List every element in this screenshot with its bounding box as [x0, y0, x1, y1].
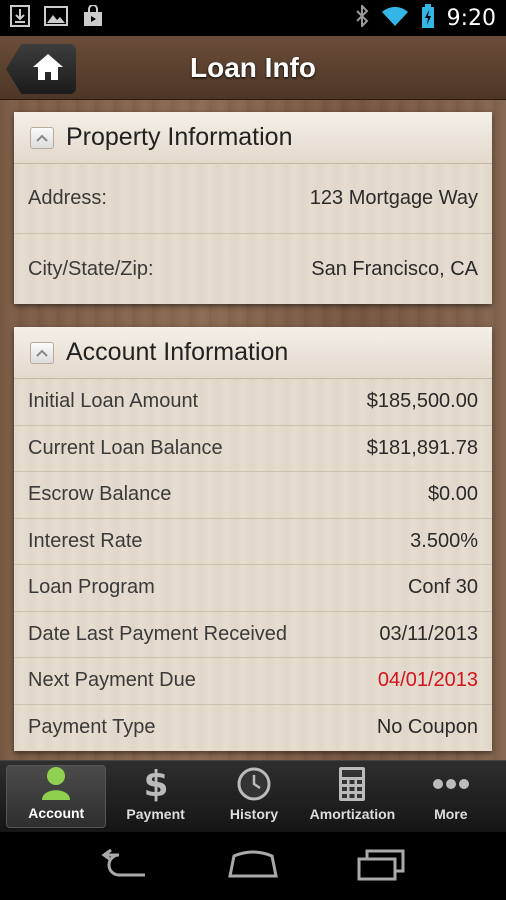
- property-row-address: Address: 123 Mortgage Way: [14, 164, 492, 234]
- row-label: Payment Type: [28, 716, 156, 739]
- content-area: Property Information Address: 123 Mortga…: [0, 100, 506, 760]
- row-value: Conf 30: [407, 576, 478, 599]
- clock-icon: [236, 765, 272, 802]
- row-value: $185,500.00: [366, 390, 478, 413]
- account-row: Loan Program Conf 30: [14, 565, 492, 612]
- account-row: Escrow Balance $0.00: [14, 472, 492, 519]
- row-label: Initial Loan Amount: [28, 390, 199, 413]
- person-icon: [40, 765, 72, 801]
- wifi-icon: [381, 5, 409, 32]
- row-value: 123 Mortgage Way: [309, 187, 478, 209]
- tab-amortization[interactable]: Amortization: [303, 765, 401, 828]
- tab-history[interactable]: History: [205, 765, 303, 828]
- row-value: No Coupon: [376, 716, 478, 739]
- home-nav-icon[interactable]: [226, 850, 280, 883]
- account-panel-header[interactable]: Account Information: [14, 327, 492, 379]
- property-information-panel: Property Information Address: 123 Mortga…: [14, 112, 492, 304]
- home-icon: [31, 52, 65, 87]
- calculator-icon: [337, 765, 367, 802]
- back-icon[interactable]: [99, 848, 149, 884]
- account-row: Interest Rate 3.500%: [14, 519, 492, 565]
- more-icon: [432, 765, 470, 802]
- clock-time: 9:20: [446, 5, 496, 31]
- row-label: City/State/Zip:: [28, 257, 154, 280]
- battery-icon: [421, 3, 435, 33]
- account-row: Next Payment Due 04/01/2013: [14, 658, 492, 705]
- tab-label: Payment: [126, 806, 185, 822]
- tab-label: Account: [28, 805, 85, 821]
- collapse-icon[interactable]: [30, 126, 54, 149]
- download-icon: [10, 4, 30, 32]
- recent-apps-icon[interactable]: [357, 847, 407, 886]
- account-panel-title: Account Information: [66, 338, 289, 366]
- row-label: Escrow Balance: [28, 483, 172, 506]
- app-header: Loan Info: [0, 36, 506, 100]
- shop-bag-icon: [82, 3, 104, 32]
- property-row-city: City/State/Zip: San Francisco, CA: [14, 234, 492, 304]
- row-label: Date Last Payment Received: [28, 622, 288, 645]
- row-value: $0.00: [427, 483, 478, 506]
- row-label: Current Loan Balance: [28, 436, 223, 459]
- row-value: 3.500%: [410, 529, 478, 552]
- row-value: 03/11/2013: [379, 622, 478, 645]
- next-payment-due-value: 04/01/2013: [377, 669, 478, 692]
- tab-more[interactable]: More: [402, 765, 500, 828]
- row-label: Address:: [28, 187, 107, 209]
- account-row: Payment Type No Coupon: [14, 705, 492, 752]
- account-row: Initial Loan Amount $185,500.00: [14, 379, 492, 426]
- tab-label: Amortization: [309, 806, 396, 822]
- row-label: Interest Rate: [28, 529, 143, 552]
- row-value: $181,891.78: [366, 436, 478, 459]
- tab-account[interactable]: Account: [6, 765, 107, 828]
- account-row: Date Last Payment Received 03/11/2013: [14, 612, 492, 658]
- bottom-tab-bar: Account $ Payment History Amortization M…: [0, 760, 506, 832]
- row-label: Loan Program: [28, 576, 155, 599]
- system-nav-bar: [0, 832, 506, 900]
- property-panel-title: Property Information: [66, 123, 293, 151]
- tab-label: More: [434, 806, 468, 822]
- svg-text:$: $: [143, 764, 168, 802]
- image-icon: [44, 5, 68, 31]
- account-information-panel: Account Information Initial Loan Amount …: [14, 327, 492, 751]
- tab-payment[interactable]: $ Payment: [106, 764, 204, 828]
- tab-label: History: [229, 806, 279, 822]
- account-row: Current Loan Balance $181,891.78: [14, 426, 492, 472]
- dollar-icon: $: [142, 764, 170, 802]
- row-value: San Francisco, CA: [311, 257, 478, 280]
- collapse-icon[interactable]: [30, 341, 54, 364]
- bluetooth-icon: [355, 3, 369, 32]
- status-bar: 9:20: [0, 0, 506, 36]
- row-label: Next Payment Due: [28, 669, 196, 692]
- property-panel-header[interactable]: Property Information: [14, 112, 492, 164]
